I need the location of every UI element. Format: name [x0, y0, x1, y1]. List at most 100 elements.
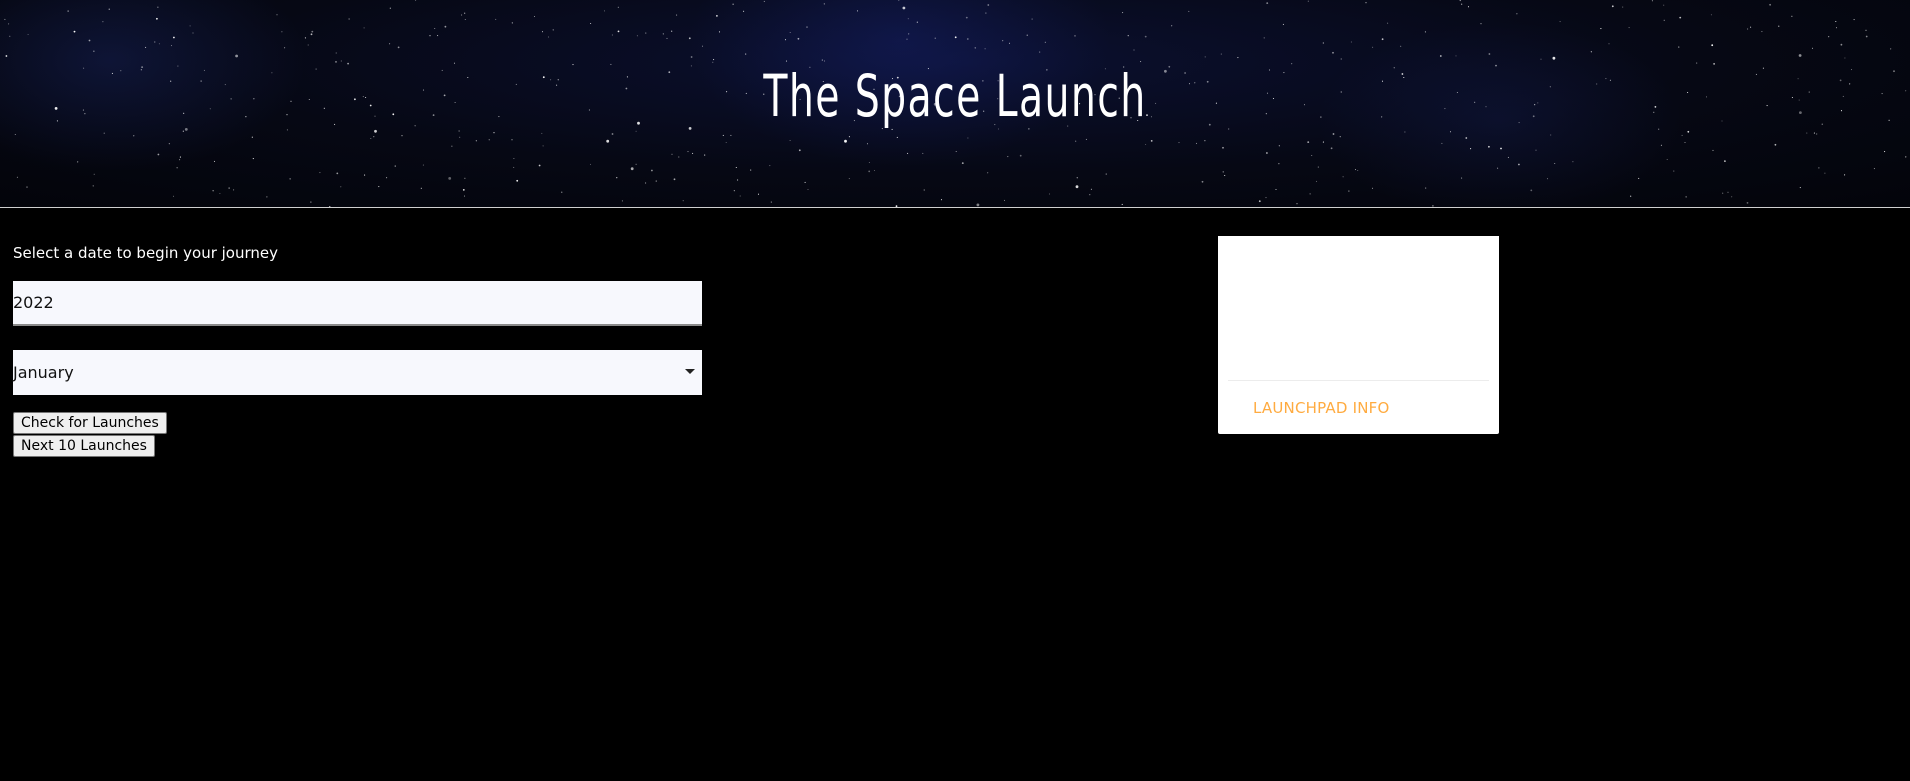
- star: [678, 156, 680, 158]
- star: [635, 163, 637, 165]
- star: [1322, 141, 1324, 143]
- star: [1465, 137, 1468, 139]
- star: [1350, 41, 1352, 43]
- star: [737, 179, 739, 181]
- star: [319, 172, 321, 174]
- star: [182, 130, 184, 132]
- star: [1019, 154, 1022, 157]
- star: [552, 29, 554, 31]
- star: [1799, 187, 1801, 189]
- month-select[interactable]: January: [13, 350, 702, 395]
- star: [1449, 131, 1452, 133]
- star: [1258, 200, 1261, 203]
- star: [1044, 41, 1046, 43]
- star: [27, 33, 29, 36]
- star: [954, 36, 957, 39]
- star: [1195, 142, 1198, 144]
- star: [1090, 188, 1092, 190]
- star: [9, 35, 11, 37]
- star: [1761, 31, 1763, 33]
- star: [488, 139, 490, 141]
- star: [1681, 134, 1683, 136]
- star: [1311, 154, 1313, 157]
- star: [370, 137, 372, 140]
- star: [82, 109, 84, 111]
- star: [645, 182, 647, 184]
- star: [184, 127, 188, 131]
- star: [177, 65, 179, 67]
- star: [1340, 58, 1342, 60]
- star: [437, 35, 439, 37]
- launchpad-info-link[interactable]: LAUNCHPAD INFO: [1253, 399, 1389, 417]
- star: [1075, 140, 1077, 142]
- star: [1799, 111, 1802, 114]
- star: [856, 10, 859, 12]
- star: [807, 188, 809, 191]
- star: [848, 178, 850, 180]
- star: [1470, 148, 1472, 150]
- star: [374, 129, 377, 133]
- star: [806, 26, 808, 28]
- year-input[interactable]: [13, 281, 702, 326]
- star: [1317, 166, 1319, 168]
- star: [1673, 170, 1675, 172]
- month-select-value: January: [13, 363, 74, 382]
- star: [310, 33, 313, 36]
- star: [722, 134, 724, 136]
- star: [1488, 53, 1491, 55]
- star: [1296, 203, 1298, 205]
- star: [1535, 149, 1537, 151]
- star: [192, 32, 194, 34]
- star: [1552, 56, 1556, 60]
- star: [1778, 25, 1780, 27]
- star: [542, 145, 544, 147]
- star: [1818, 167, 1820, 169]
- star: [252, 158, 254, 160]
- star: [179, 156, 181, 158]
- star: [655, 180, 657, 182]
- star: [276, 14, 278, 16]
- star: [1432, 205, 1434, 207]
- star: [1881, 93, 1883, 95]
- star: [1687, 130, 1690, 133]
- star: [230, 98, 232, 100]
- star: [1265, 197, 1267, 199]
- star: [739, 195, 741, 197]
- star: [1630, 195, 1632, 197]
- star: [908, 33, 910, 35]
- star: [102, 21, 104, 23]
- star: [459, 136, 461, 138]
- star: [1651, 0, 1653, 2]
- star: [1085, 138, 1087, 140]
- star: [1658, 128, 1660, 130]
- star: [1844, 57, 1846, 59]
- star: [1755, 73, 1757, 75]
- star: [1853, 19, 1855, 21]
- star: [617, 6, 619, 8]
- star: [1497, 167, 1499, 169]
- star: [1774, 143, 1777, 146]
- star: [1530, 189, 1533, 192]
- star: [1371, 187, 1374, 189]
- star: [1608, 43, 1610, 45]
- star: [495, 18, 497, 20]
- star: [1518, 163, 1520, 166]
- check-launches-button[interactable]: Check for Launches: [13, 412, 167, 434]
- star: [1554, 162, 1556, 165]
- star: [1439, 55, 1442, 57]
- star: [1480, 23, 1482, 25]
- star: [516, 179, 519, 182]
- star: [1404, 131, 1406, 133]
- star: [1849, 83, 1851, 85]
- next-launches-button[interactable]: Next 10 Launches: [13, 435, 155, 457]
- star: [1905, 90, 1907, 92]
- star: [1278, 145, 1280, 147]
- star: [286, 114, 288, 116]
- star: [687, 151, 689, 153]
- star: [461, 14, 463, 16]
- star: [311, 30, 314, 33]
- star: [898, 0, 900, 1]
- star: [1828, 36, 1830, 38]
- star: [200, 80, 202, 82]
- star: [1507, 156, 1509, 158]
